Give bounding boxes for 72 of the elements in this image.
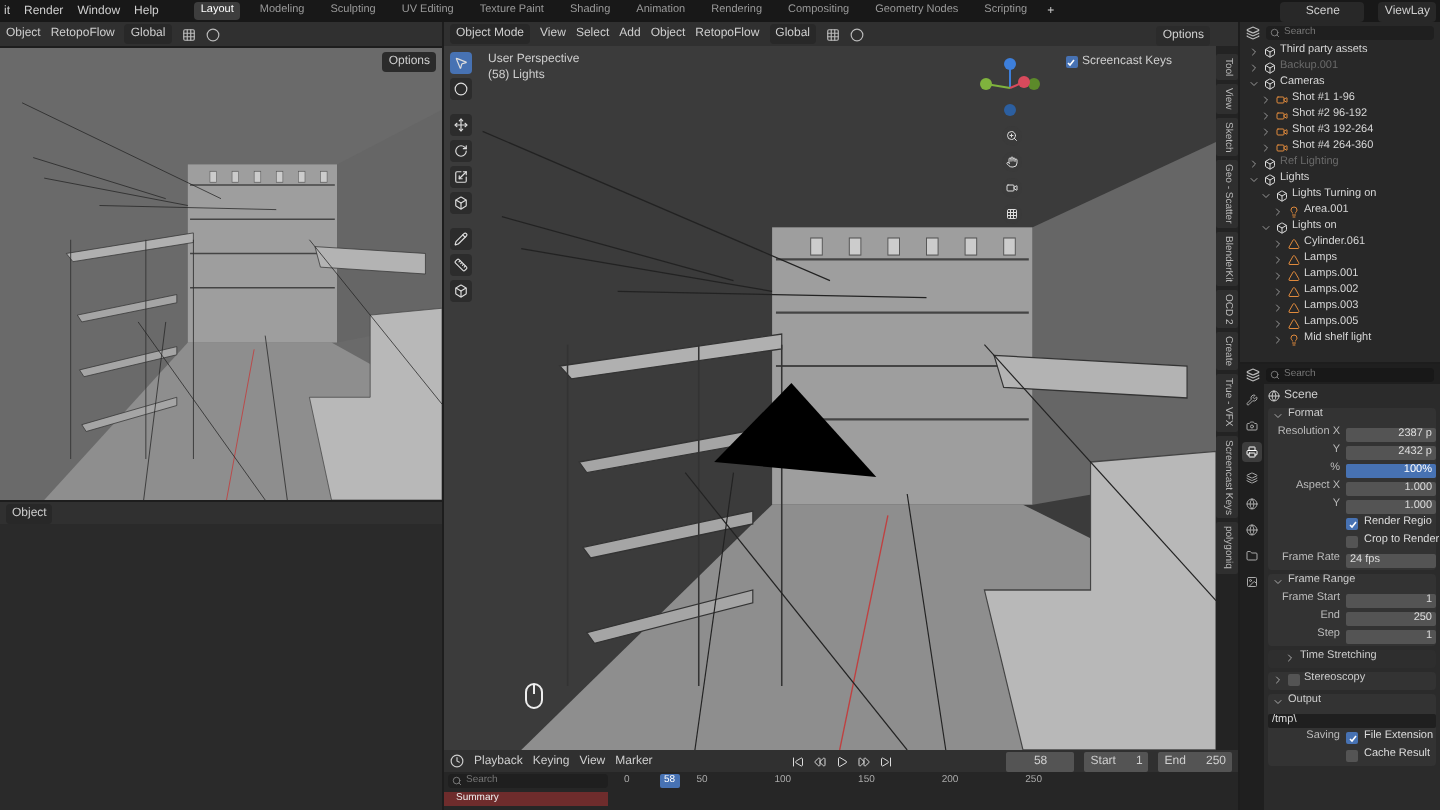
camera-icon [1276,142,1288,154]
proportional-edit-icon[interactable] [850,27,865,41]
expand-toggle[interactable] [1260,142,1272,154]
playback-icon[interactable] [814,755,827,767]
expand-toggle[interactable] [1248,78,1260,90]
texture-tab[interactable] [1242,572,1262,592]
collection-icon [1276,222,1288,234]
snap-icon[interactable] [181,27,196,41]
collection-icon [1276,190,1288,202]
expand-toggle[interactable] [1272,674,1284,686]
expand-toggle[interactable] [1260,222,1272,234]
scene-tab[interactable] [1242,494,1262,514]
render-tab[interactable] [1242,416,1262,436]
collection-icon [1264,158,1276,170]
editor-type-icon[interactable] [1246,367,1260,381]
expand-toggle[interactable] [1272,696,1284,708]
add-cube-tool[interactable] [450,280,472,302]
playback-icon[interactable] [836,755,849,767]
expand-toggle[interactable] [1272,206,1284,218]
expand-toggle[interactable] [1272,410,1284,422]
annotate-tool[interactable] [450,228,472,250]
tool-tab[interactable] [1242,390,1262,410]
checkbox[interactable] [1346,536,1358,548]
expand-toggle[interactable] [1272,334,1284,346]
search-icon [1270,369,1280,379]
light-icon [1288,206,1300,218]
snap-icon[interactable] [826,27,841,41]
expand-toggle[interactable] [1272,254,1284,266]
rotate-tool[interactable] [450,140,472,162]
output-tab[interactable] [1242,442,1262,462]
cursor-tool[interactable] [450,78,472,100]
camera-icon [1276,94,1288,106]
expand-toggle[interactable] [1272,576,1284,588]
search-icon [1270,28,1280,38]
expand-toggle[interactable] [1272,302,1284,314]
expand-toggle[interactable] [1260,190,1272,202]
playback-icon[interactable] [880,755,893,767]
search-icon [452,776,462,786]
transform-tool[interactable] [450,192,472,214]
scale-tool[interactable] [450,166,472,188]
editor-type-icon[interactable] [450,754,464,768]
checkbox[interactable] [1288,674,1300,686]
expand-toggle[interactable] [1284,652,1296,664]
collection-icon [1264,62,1276,74]
light-icon [1288,334,1300,346]
expand-toggle[interactable] [1272,238,1284,250]
checkbox[interactable] [1346,750,1358,762]
playback-icon[interactable] [792,755,805,767]
camera-icon [1276,110,1288,122]
mouse-icon [524,682,544,710]
checkbox[interactable] [1346,732,1358,744]
expand-toggle[interactable] [1272,270,1284,282]
axis-gizmo-icon[interactable] [976,56,1044,120]
expand-toggle[interactable] [1260,94,1272,106]
expand-toggle[interactable] [1260,110,1272,122]
collection-icon [1264,78,1276,90]
scene-icon [1268,390,1280,402]
expand-toggle[interactable] [1272,318,1284,330]
expand-toggle[interactable] [1260,126,1272,138]
measure-tool[interactable] [450,254,472,276]
select-tool[interactable] [450,52,472,74]
proportional-edit-icon[interactable] [205,27,220,41]
collection-icon [1264,46,1276,58]
collection-icon [1264,174,1276,186]
expand-toggle[interactable] [1248,46,1260,58]
checkbox[interactable] [1346,518,1358,530]
playback-icon[interactable] [858,755,871,767]
camera-icon [1276,126,1288,138]
world-tab[interactable] [1242,520,1262,540]
move-tool[interactable] [450,114,472,136]
expand-toggle[interactable] [1272,286,1284,298]
expand-toggle[interactable] [1248,174,1260,186]
